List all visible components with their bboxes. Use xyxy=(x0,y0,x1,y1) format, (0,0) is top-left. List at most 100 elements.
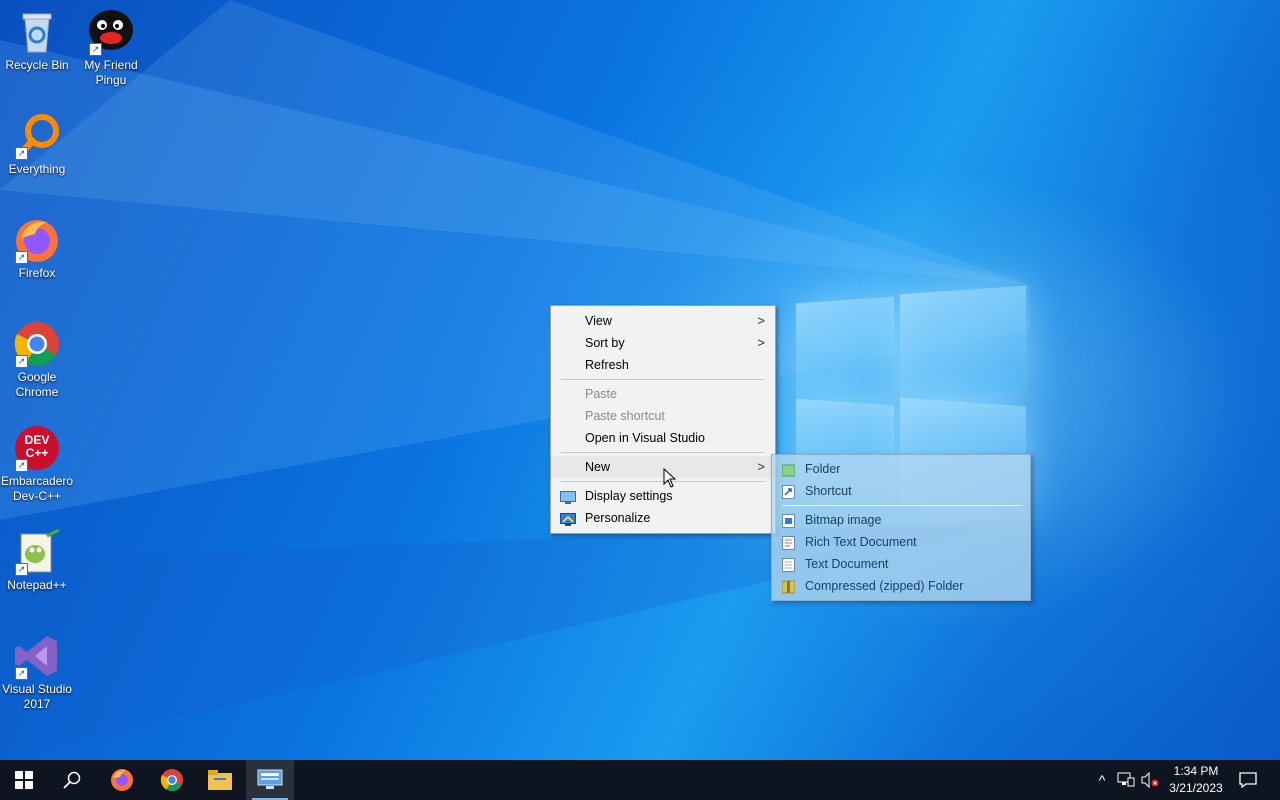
menu-item-label: Personalize xyxy=(585,511,651,525)
desktop-icon-everything[interactable]: ↗ Everything xyxy=(0,112,75,177)
text-document-icon xyxy=(782,557,795,572)
windows-logo-pane xyxy=(900,285,1026,401)
desktop[interactable]: Recycle Bin ↗ My Friend Pingu ↗ Everythi… xyxy=(0,0,1280,760)
personalize-icon xyxy=(560,511,576,526)
desktop-icon-my-friend-pingu[interactable]: ↗ My Friend Pingu xyxy=(73,8,149,88)
folder-icon xyxy=(781,462,796,477)
firefox-icon xyxy=(111,769,133,791)
desktop-icon-notepadpp[interactable]: ↗ Notepad++ xyxy=(0,528,75,593)
submenu-item-label: Text Document xyxy=(805,557,889,571)
submenu-item-label: Bitmap image xyxy=(805,513,882,527)
taskbar-firefox[interactable] xyxy=(98,760,146,800)
taskbar-file-explorer[interactable] xyxy=(196,760,244,800)
new-submenu: Folder Shortcut Bitmap image Rich Text D… xyxy=(771,454,1031,601)
chevron-right-icon: > xyxy=(757,459,765,474)
desktop-icon-label: Notepad++ xyxy=(7,578,67,592)
menu-item-paste-shortcut[interactable]: Paste shortcut xyxy=(551,405,775,427)
shortcut-icon xyxy=(782,484,795,499)
taskbar-chrome[interactable] xyxy=(148,760,196,800)
shortcut-arrow-icon: ↗ xyxy=(89,43,102,56)
shortcut-arrow-icon: ↗ xyxy=(15,563,28,576)
submenu-separator xyxy=(782,505,1022,506)
shortcut-arrow-icon: ↗ xyxy=(15,667,28,680)
windows-start-icon xyxy=(15,771,33,789)
submenu-item-shortcut[interactable]: Shortcut xyxy=(772,480,1030,502)
taskbar-remote-desktop[interactable] xyxy=(246,760,294,800)
desktop-icon-google-chrome[interactable]: ↗ Google Chrome xyxy=(0,320,75,400)
search-icon xyxy=(63,771,81,789)
desktop-icon-label: Recycle Bin xyxy=(5,58,69,72)
desktop-context-menu: View > Sort by > Refresh Paste Paste sho… xyxy=(550,305,776,534)
desktop-icon-label: Embarcadero Dev-C++ xyxy=(1,474,74,503)
mouse-cursor-icon xyxy=(663,468,677,488)
visual-studio-icon: ↗ xyxy=(13,632,61,680)
menu-item-personalize[interactable]: Personalize xyxy=(551,507,775,529)
show-hidden-icons-button[interactable]: ^ xyxy=(1092,770,1112,790)
submenu-item-label: Shortcut xyxy=(805,484,852,498)
file-explorer-icon xyxy=(208,770,232,790)
submenu-item-label: Compressed (zipped) Folder xyxy=(805,579,964,593)
volume-button[interactable] xyxy=(1140,770,1160,790)
submenu-item-text-document[interactable]: Text Document xyxy=(772,553,1030,575)
desktop-icon-embarcadero-devcpp[interactable]: DEV C++ ↗ Embarcadero Dev-C++ xyxy=(0,424,75,504)
menu-item-label: Paste shortcut xyxy=(585,409,665,423)
taskbar-clock[interactable]: 1:34 PM 3/21/2023 xyxy=(1160,763,1232,797)
display-settings-icon xyxy=(560,489,576,504)
menu-item-sort-by[interactable]: Sort by > xyxy=(551,332,775,354)
devcpp-icon: DEV C++ ↗ xyxy=(13,424,61,472)
menu-separator xyxy=(561,379,765,380)
action-center-button[interactable] xyxy=(1238,770,1258,790)
remote-desktop-icon xyxy=(257,769,283,789)
firefox-icon: ↗ xyxy=(13,216,61,264)
chrome-icon xyxy=(160,769,183,791)
shortcut-arrow-icon: ↗ xyxy=(15,459,28,472)
search-button[interactable] xyxy=(48,760,96,800)
start-button[interactable] xyxy=(0,760,48,800)
desktop-icon-recycle-bin[interactable]: Recycle Bin xyxy=(0,8,75,73)
recycle-bin-icon xyxy=(13,8,61,56)
menu-item-label: Display settings xyxy=(585,489,673,503)
network-icon xyxy=(1117,772,1135,787)
menu-item-display-settings[interactable]: Display settings xyxy=(551,485,775,507)
taskbar: ^ 1:34 PM 3/21/2023 xyxy=(0,760,1280,800)
chevron-right-icon: > xyxy=(757,335,765,350)
shortcut-arrow-icon: ↗ xyxy=(15,147,28,160)
menu-item-label: New xyxy=(585,460,611,474)
chrome-icon: ↗ xyxy=(13,320,61,368)
everything-search-icon: ↗ xyxy=(13,112,61,160)
desktop-icon-visual-studio-2017[interactable]: ↗ Visual Studio 2017 xyxy=(0,632,75,712)
menu-item-label: Paste xyxy=(585,387,617,401)
clock-time: 1:34 PM xyxy=(1173,764,1219,778)
menu-item-label: Sort by xyxy=(585,336,625,350)
desktop-icon-firefox[interactable]: ↗ Firefox xyxy=(0,216,75,281)
submenu-item-label: Folder xyxy=(805,462,841,476)
notepadpp-icon: ↗ xyxy=(13,528,61,576)
pingu-icon: ↗ xyxy=(87,8,135,56)
menu-item-label: View xyxy=(585,314,612,328)
submenu-item-label: Rich Text Document xyxy=(805,535,917,549)
menu-item-view[interactable]: View > xyxy=(551,310,775,332)
clock-date: 3/21/2023 xyxy=(1169,781,1223,795)
submenu-item-folder[interactable]: Folder xyxy=(772,458,1030,480)
desktop-icon-label: Everything xyxy=(8,162,66,176)
menu-item-refresh[interactable]: Refresh xyxy=(551,354,775,376)
submenu-item-rich-text-document[interactable]: Rich Text Document xyxy=(772,531,1030,553)
windows-logo-pane xyxy=(796,296,894,400)
submenu-item-compressed-folder[interactable]: Compressed (zipped) Folder xyxy=(772,575,1030,597)
submenu-item-bitmap-image[interactable]: Bitmap image xyxy=(772,509,1030,531)
devcpp-glyph: DEV C++ xyxy=(24,433,50,460)
shortcut-arrow-icon: ↗ xyxy=(15,251,28,264)
show-hidden-icons-icon: ^ xyxy=(1098,772,1106,788)
menu-item-paste[interactable]: Paste xyxy=(551,383,775,405)
menu-separator xyxy=(561,452,765,453)
action-center-icon xyxy=(1239,772,1257,788)
chevron-right-icon: > xyxy=(757,313,765,328)
menu-item-label: Refresh xyxy=(585,358,629,372)
desktop-icon-label: My Friend Pingu xyxy=(84,58,138,87)
zip-folder-icon xyxy=(781,579,796,594)
shortcut-arrow-icon: ↗ xyxy=(15,355,28,368)
menu-item-open-in-visual-studio[interactable]: Open in Visual Studio xyxy=(551,427,775,449)
network-button[interactable] xyxy=(1116,770,1136,790)
bitmap-image-icon xyxy=(782,513,795,528)
desktop-icon-label: Google Chrome xyxy=(15,370,59,399)
